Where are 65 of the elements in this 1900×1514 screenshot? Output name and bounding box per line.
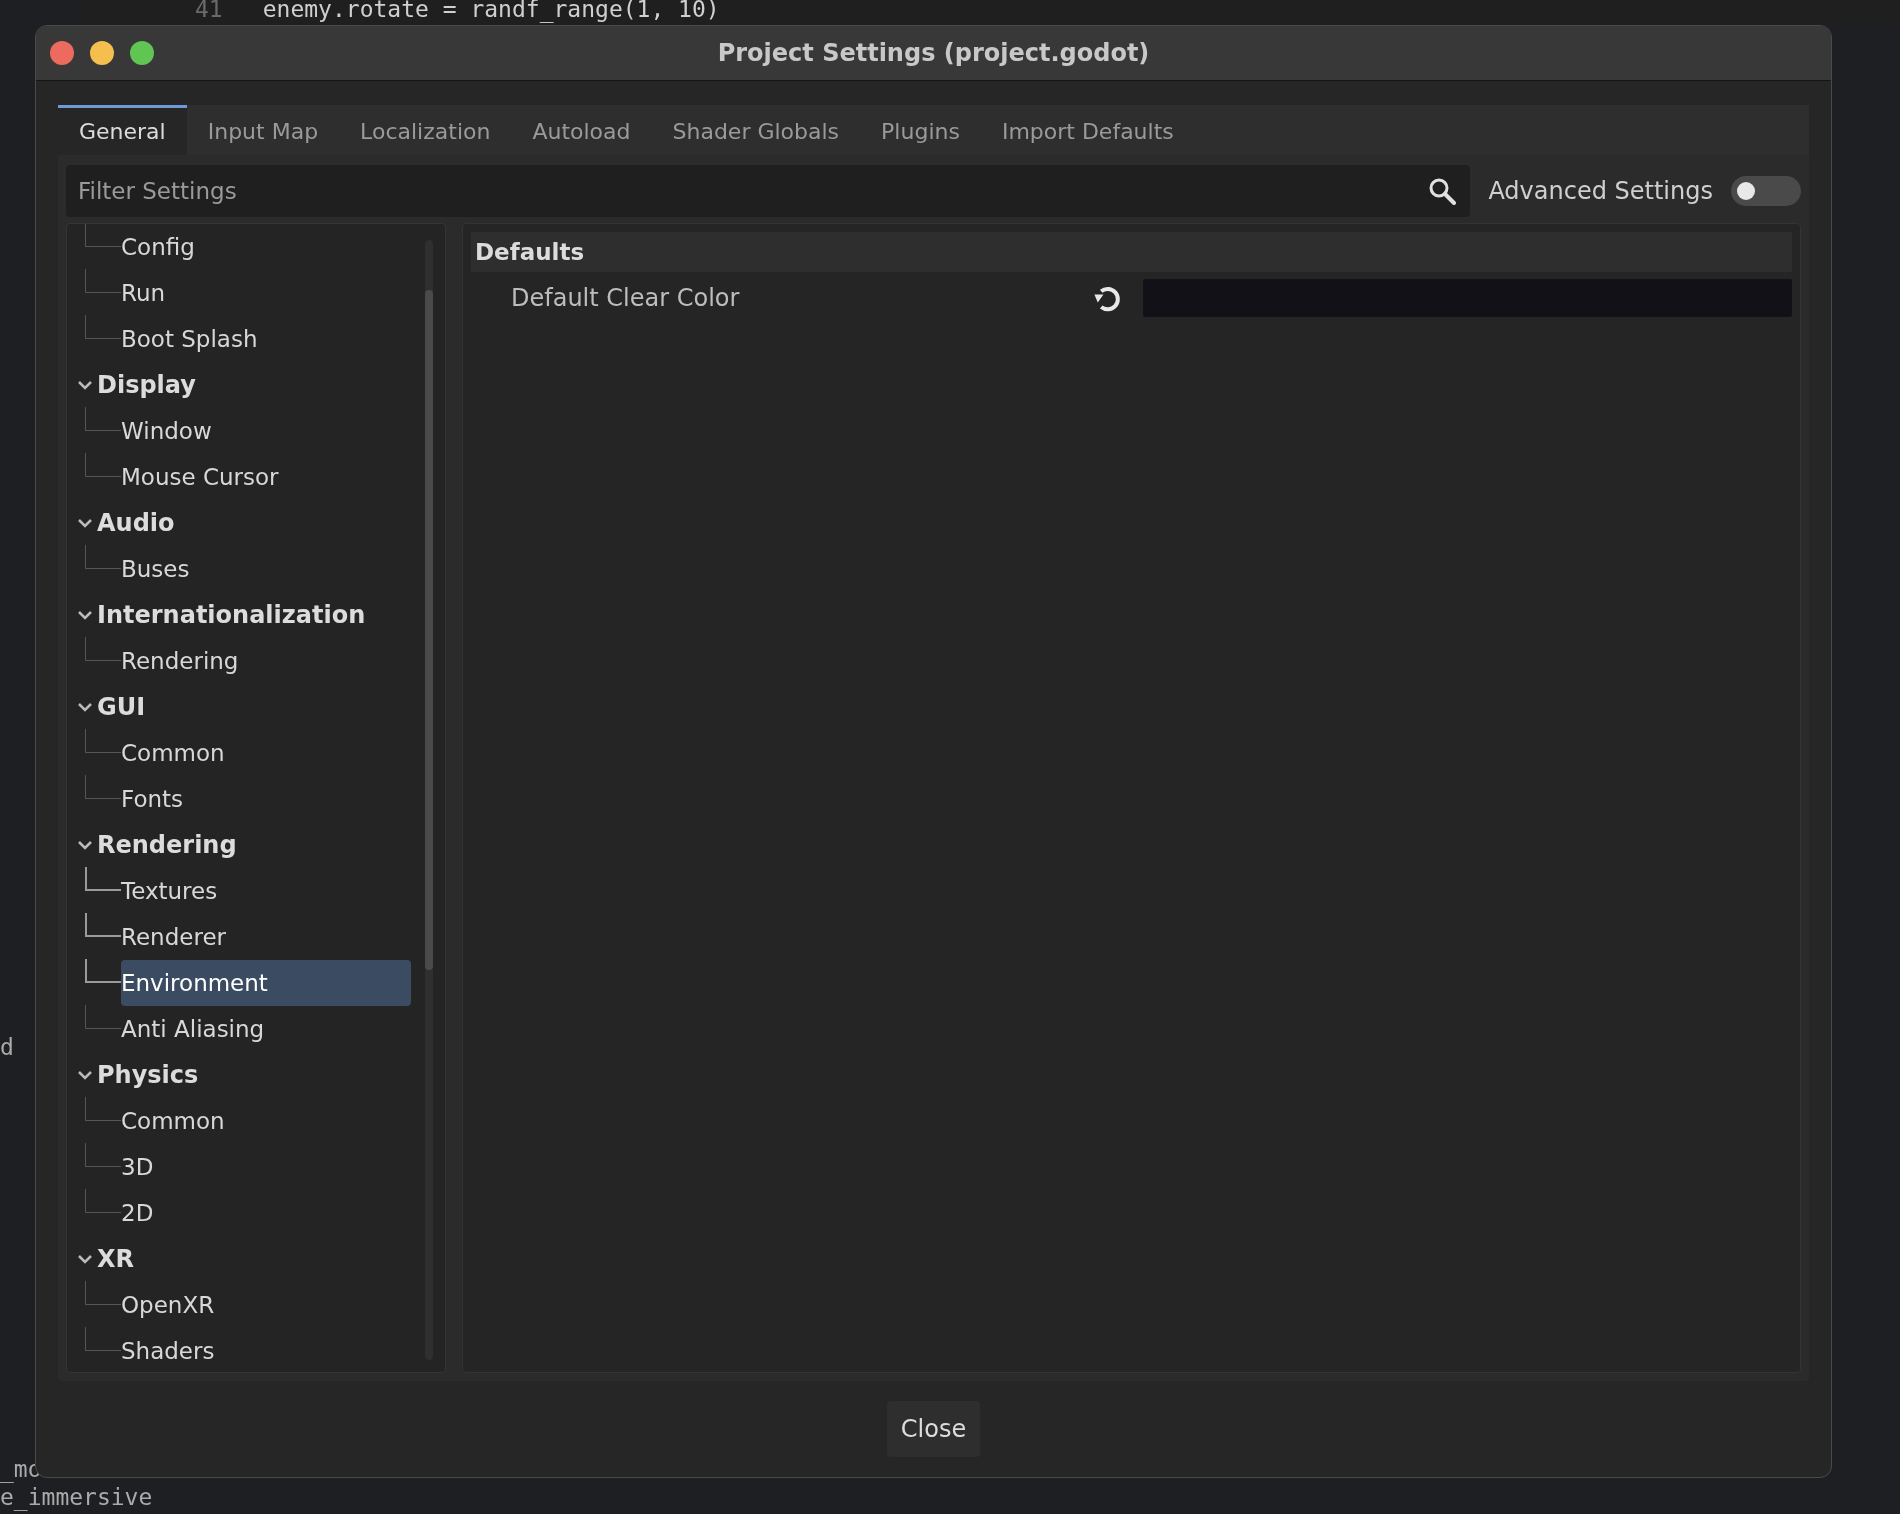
tree-connector-line [85, 775, 121, 799]
tree-section-label[interactable]: Internationalization [97, 597, 366, 633]
minimize-window-button[interactable] [90, 41, 114, 65]
tree-connector-line [85, 224, 121, 247]
code-line: enemy.rotate = randf_range(1, 10) [262, 0, 720, 25]
search-icon [1428, 177, 1457, 205]
tree-item[interactable]: OpenXR [121, 1282, 411, 1328]
tree-section-label[interactable]: GUI [97, 689, 146, 725]
tree-connector-line [85, 1143, 121, 1167]
tree-item[interactable]: 3D [121, 1144, 411, 1190]
tree-connector-line [85, 1005, 121, 1029]
tree-item[interactable]: Renderer [121, 914, 411, 960]
tree-connector-line [85, 1097, 121, 1121]
tree-section-label[interactable]: XR [97, 1241, 134, 1277]
advanced-settings-toggle[interactable] [1731, 176, 1801, 206]
tree-connector-line [85, 315, 121, 339]
tree-item[interactable]: Buses [121, 546, 411, 592]
filter-settings-field[interactable]: Filter Settings [66, 165, 1471, 217]
tree-item[interactable]: Environment [121, 960, 411, 1006]
code-text: e_immersive [0, 1483, 153, 1513]
advanced-settings-label: Advanced Settings [1488, 176, 1713, 207]
tree-item[interactable]: Fonts [121, 776, 411, 822]
maximize-window-button[interactable] [130, 41, 154, 65]
scrollbar[interactable] [425, 240, 433, 1360]
tree-item[interactable]: Anti Aliasing [121, 1006, 411, 1052]
tree-connector-line [85, 269, 121, 293]
tree-connector-line [85, 545, 121, 569]
tree-connector-line [85, 453, 121, 477]
line-number: 41 [195, 0, 223, 24]
tab[interactable]: Input Map [186, 105, 340, 155]
close-window-button[interactable] [50, 41, 74, 65]
tree-item[interactable]: Config [121, 224, 411, 270]
tree-item[interactable]: Mouse Cursor [121, 454, 411, 500]
tree-item[interactable]: Rendering [121, 638, 411, 684]
tree-item[interactable]: Window [121, 408, 411, 454]
tab[interactable]: Shader Globals [651, 105, 861, 155]
tree-item[interactable]: Textures [121, 868, 411, 914]
tree-connector-line [85, 1327, 121, 1351]
tree-item[interactable]: 2D [121, 1190, 411, 1236]
tab[interactable]: Plugins [860, 105, 981, 155]
close-button[interactable]: Close [886, 1401, 981, 1457]
tree-item[interactable]: Common [121, 1098, 411, 1144]
tree-item[interactable]: Common [121, 730, 411, 776]
tree-section-label[interactable]: Display [97, 367, 196, 403]
section-header: Defaults [471, 232, 1792, 272]
window-title: Project Settings (project.godot) [717, 38, 1150, 69]
tab[interactable]: Import Defaults [980, 105, 1195, 155]
tab[interactable]: General [58, 105, 187, 155]
tree-connector-line [85, 637, 121, 661]
tree-connector-line [85, 407, 121, 431]
property-label: Default Clear Color [510, 283, 741, 314]
tab[interactable]: Localization [339, 105, 512, 155]
tree-connector-line [85, 1281, 121, 1305]
tree-item[interactable]: Boot Splash [121, 316, 411, 362]
tree-item[interactable]: Run [121, 270, 411, 316]
code-text: d [0, 1033, 14, 1062]
tree-section-label[interactable]: Rendering [97, 827, 237, 863]
tree-section-label[interactable]: Audio [97, 505, 175, 541]
tree-item[interactable]: Shaders [121, 1328, 411, 1372]
tree-connector-line [85, 729, 121, 753]
tree-connector-line [85, 867, 121, 891]
tree-connector-line [85, 913, 121, 937]
tab[interactable]: Autoload [511, 105, 652, 155]
tree-connector-line [85, 1189, 121, 1213]
tree-section-label[interactable]: Physics [97, 1057, 199, 1093]
